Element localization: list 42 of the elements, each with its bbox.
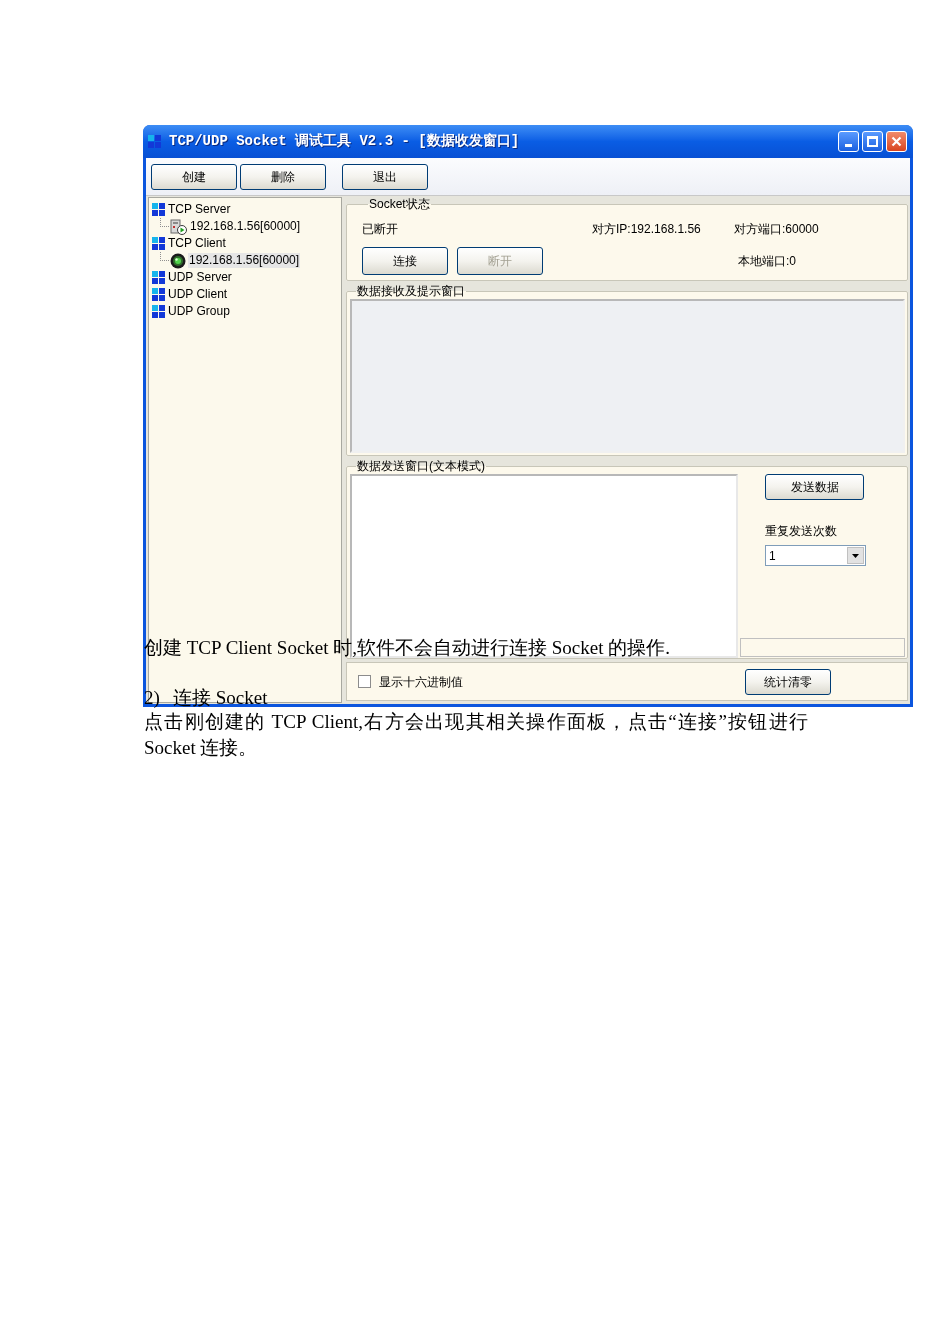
tree-item[interactable]: 192.168.1.56[60000] [188, 253, 301, 268]
paragraph: 点击刚创建的 TCP Client,右方会出现其相关操作面板，点击“连接”按钮进行 Socket 连接。 [144, 710, 808, 760]
repeat-count-label: 重复发送次数 [765, 523, 838, 539]
socket-button[interactable]: 连接 [362, 247, 448, 275]
send-button[interactable]: 发送数据 [765, 474, 864, 500]
remote-port-label: 对方端口:60000 [734, 221, 819, 238]
toolbar-button[interactable]: 创建 [151, 163, 237, 190]
maximize-icon [867, 136, 878, 147]
tree-item[interactable]: UDP Client [167, 287, 229, 302]
group-title: 数据接收及提示窗口 [356, 284, 466, 298]
hex-checkbox[interactable] [358, 675, 371, 688]
tree-item[interactable]: 192.168.1.56[60000] [189, 219, 302, 234]
minimize-button[interactable] [838, 131, 859, 152]
grid-icon [152, 237, 165, 250]
tree-item[interactable]: UDP Server [167, 270, 233, 285]
maximize-button[interactable] [862, 131, 883, 152]
send-text-area[interactable] [350, 474, 738, 658]
indicator-light-icon [170, 252, 186, 269]
local-port-label: 本地端口:0 [738, 253, 796, 270]
tree-item[interactable]: UDP Group [167, 304, 231, 319]
app-logo-icon [148, 135, 161, 148]
close-button[interactable] [886, 131, 907, 152]
toolbar-button[interactable]: 退出 [342, 163, 428, 190]
grid-icon [152, 305, 165, 318]
group-title: 数据发送窗口(文本模式) [356, 459, 486, 473]
reset-stats-button[interactable]: 统计清零 [745, 668, 831, 695]
tree-item[interactable]: TCP Client [167, 236, 227, 251]
grid-icon [152, 203, 165, 216]
connection-state: 已断开 [362, 221, 399, 238]
repeat-count-dropdown[interactable]: 1 [765, 545, 866, 566]
section-heading: 连接 Socket [173, 687, 268, 709]
minimize-icon [845, 144, 852, 147]
close-icon [891, 136, 902, 147]
window-title: TCP/UDP Socket 调试工具 V2.3 - [数据收发窗口] [169, 132, 520, 151]
checkbox-label: 显示十六进制值 [379, 673, 463, 691]
toolbar-button[interactable]: 删除 [240, 163, 326, 190]
grid-icon [152, 271, 165, 284]
tree-item[interactable]: TCP Server [167, 202, 232, 217]
remote-ip-label: 对方IP:192.168.1.56 [592, 221, 702, 238]
caret-icon [852, 553, 859, 558]
grid-icon [152, 288, 165, 301]
group-title: Socket状态 [368, 197, 431, 211]
